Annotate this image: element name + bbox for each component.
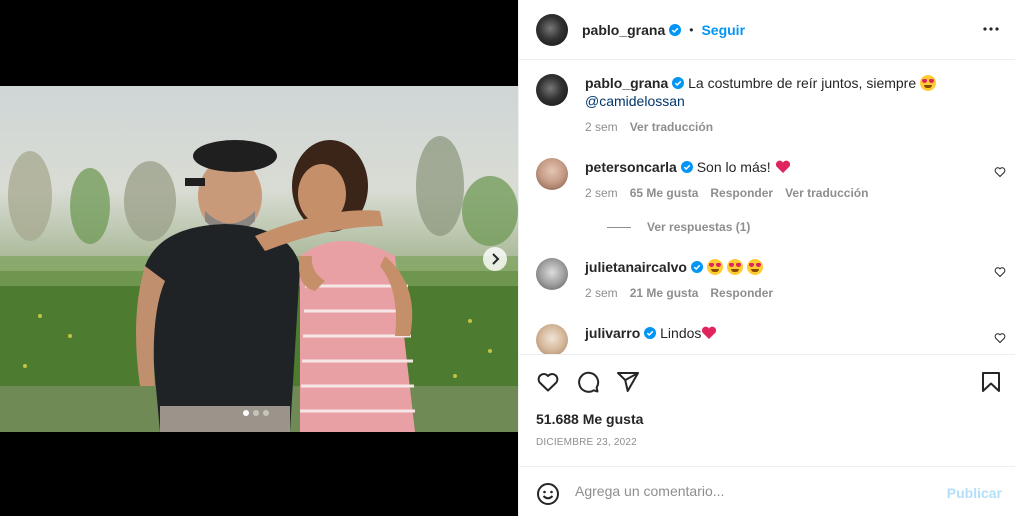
replies-divider — [607, 226, 631, 228]
post-actions — [519, 356, 1015, 406]
carousel-dot — [253, 410, 259, 416]
emoji-picker-icon[interactable] — [536, 482, 560, 506]
heart-eyes-emoji-icon — [746, 259, 763, 275]
comment-time[interactable]: 2 sem — [585, 284, 618, 302]
save-bookmark-icon[interactable] — [979, 370, 1003, 394]
post-details-panel: pablo_grana • Seguir pablo_grana La cost… — [518, 0, 1015, 516]
follow-button[interactable]: Seguir — [701, 22, 745, 38]
chevron-right-icon — [492, 253, 500, 265]
carousel-dot — [243, 410, 249, 416]
comment-icon[interactable] — [576, 370, 600, 394]
comment-text: Lindos — [660, 325, 702, 341]
share-icon[interactable] — [616, 370, 640, 394]
comments-list[interactable]: pablo_grana La costumbre de reír juntos,… — [519, 60, 1015, 355]
verified-badge-icon — [644, 327, 657, 339]
comment-likes[interactable]: 65 Me gusta — [630, 184, 699, 202]
comment-input[interactable] — [575, 483, 935, 499]
comment-time[interactable]: 2 sem — [585, 184, 618, 202]
author-avatar[interactable] — [536, 74, 568, 106]
likes-count[interactable]: 51.688 Me gusta — [536, 411, 643, 427]
comment-likes[interactable]: 21 Me gusta — [630, 284, 699, 302]
commenter-avatar[interactable] — [536, 324, 568, 354]
red-heart-emoji-icon — [775, 160, 790, 173]
heart-eyes-emoji-icon — [920, 75, 937, 91]
reply-button[interactable]: Responder — [710, 184, 773, 202]
red-heart-emoji-icon — [702, 326, 717, 339]
post-viewer: pablo_grana • Seguir pablo_grana La cost… — [0, 0, 1015, 516]
comment-username[interactable]: julivarro — [585, 325, 640, 341]
post-date[interactable]: DICIEMBRE 23, 2022 — [536, 437, 637, 448]
commenter-avatar[interactable] — [536, 258, 568, 290]
like-icon[interactable] — [536, 370, 560, 394]
reply-button[interactable]: Responder — [710, 284, 773, 302]
commenter-avatar[interactable] — [536, 158, 568, 190]
carousel-dot — [263, 410, 269, 416]
media-panel — [0, 0, 518, 516]
publish-button[interactable]: Publicar — [947, 485, 1002, 501]
like-comment-icon[interactable] — [994, 332, 1006, 344]
verified-badge-icon — [690, 261, 703, 273]
separator-dot: • — [689, 22, 694, 37]
carousel-next-button[interactable] — [483, 247, 507, 271]
verified-badge-icon — [669, 23, 682, 36]
view-replies-button[interactable]: Ver respuestas (1) — [607, 220, 750, 234]
carousel-indicator — [243, 410, 269, 416]
verified-badge-icon — [680, 161, 693, 173]
heart-eyes-emoji-icon — [706, 259, 723, 275]
view-replies-label: Ver respuestas (1) — [647, 220, 751, 234]
caption-time[interactable]: 2 sem — [585, 118, 618, 136]
like-comment-icon[interactable] — [994, 166, 1006, 178]
post-header: pablo_grana • Seguir — [519, 0, 1015, 60]
caption-translate-link[interactable]: Ver traducción — [630, 118, 713, 136]
heart-eyes-emoji-icon — [726, 259, 743, 275]
author-username[interactable]: pablo_grana — [582, 22, 665, 38]
comment-username[interactable]: petersoncarla — [585, 159, 677, 175]
post-photo — [0, 86, 518, 432]
caption-text: La costumbre de reír juntos, siempre — [688, 75, 917, 91]
like-comment-icon[interactable] — [994, 266, 1006, 278]
author-avatar[interactable] — [536, 13, 568, 46]
comment-translate-link[interactable]: Ver traducción — [785, 184, 868, 202]
verified-badge-icon — [672, 77, 685, 89]
more-options-icon[interactable] — [982, 20, 1000, 38]
caption-mention[interactable]: @camidelossan — [585, 93, 685, 109]
caption-username[interactable]: pablo_grana — [585, 75, 668, 91]
comment-composer: Publicar — [519, 466, 1015, 516]
comment-text: Son lo más! — [696, 159, 771, 175]
comment-username[interactable]: julietanaircalvo — [585, 259, 687, 275]
